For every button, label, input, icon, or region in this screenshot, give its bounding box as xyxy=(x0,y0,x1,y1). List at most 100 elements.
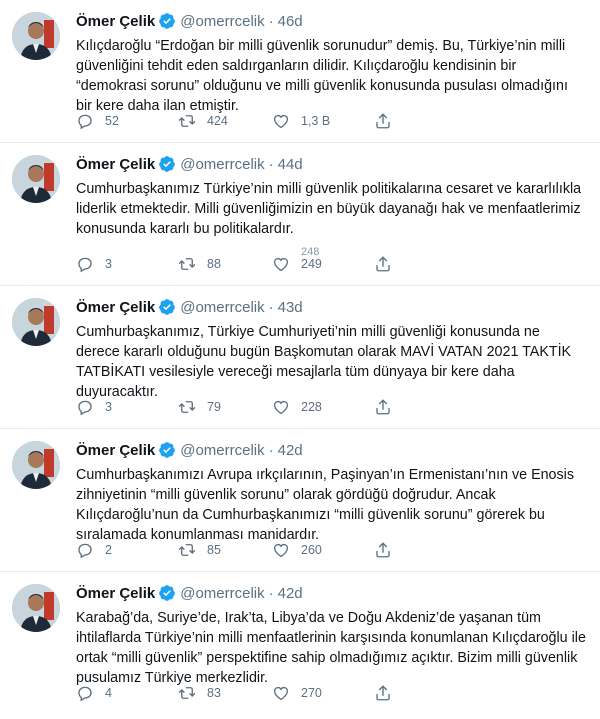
like-icon xyxy=(272,684,290,702)
separator-dot: · xyxy=(268,441,274,459)
retweet-button[interactable]: 85 xyxy=(178,539,221,561)
avatar[interactable] xyxy=(12,441,60,489)
reply-count: 52 xyxy=(105,114,119,128)
retweet-button[interactable]: 88 xyxy=(178,253,221,275)
retweet-icon xyxy=(178,684,196,702)
reply-icon xyxy=(76,398,94,416)
avatar-image xyxy=(12,155,60,203)
like-icon xyxy=(272,112,290,130)
avatar[interactable] xyxy=(12,12,60,60)
reply-icon xyxy=(76,684,94,702)
avatar[interactable] xyxy=(12,155,60,203)
tweet[interactable]: Ömer Çelik @omerrcelik · 42d Karabağ’da,… xyxy=(0,572,600,715)
verified-badge-icon xyxy=(158,298,176,316)
retweet-button[interactable]: 83 xyxy=(178,682,221,704)
share-button[interactable] xyxy=(374,682,392,704)
tweet[interactable]: Ömer Çelik @omerrcelik · 46d Kılıçdaroğl… xyxy=(0,0,600,143)
author-name[interactable]: Ömer Çelik xyxy=(76,156,155,173)
retweet-icon xyxy=(178,541,196,559)
like-count-previous: 248 xyxy=(301,246,320,258)
reply-icon xyxy=(76,541,94,559)
share-icon xyxy=(374,398,392,416)
author-name[interactable]: Ömer Çelik xyxy=(76,13,155,30)
like-count-wrap: 260 xyxy=(301,543,322,557)
like-button[interactable]: 270 xyxy=(272,682,322,704)
share-button[interactable] xyxy=(374,539,392,561)
tweet-actions: 3 88 248 249 xyxy=(76,247,496,275)
verified-badge-icon xyxy=(158,441,176,459)
like-button[interactable]: 228 xyxy=(272,396,322,418)
avatar-image xyxy=(12,441,60,489)
like-icon xyxy=(272,255,290,273)
retweet-icon xyxy=(178,112,196,130)
retweet-count: 424 xyxy=(207,114,228,128)
tweet-actions: 2 85 260 xyxy=(76,539,496,561)
share-icon xyxy=(374,255,392,273)
like-count-wrap: 1,3 B xyxy=(301,114,330,128)
tweet-time[interactable]: 42d xyxy=(278,442,303,459)
like-count: 249 xyxy=(301,257,322,271)
tweet-text: Cumhurbaşkanımızı Avrupa ırkçılarının, P… xyxy=(76,467,574,543)
tweet[interactable]: Ömer Çelik @omerrcelik · 43d Cumhurbaşka… xyxy=(0,286,600,429)
retweet-count: 79 xyxy=(207,400,221,414)
reply-button[interactable]: 3 xyxy=(76,396,112,418)
author-name[interactable]: Ömer Çelik xyxy=(76,299,155,316)
like-icon xyxy=(272,541,290,559)
author-handle[interactable]: @omerrcelik xyxy=(180,156,264,173)
retweet-count: 83 xyxy=(207,686,221,700)
reply-button[interactable]: 52 xyxy=(76,110,119,132)
tweet-text: Kılıçdaroğlu “Erdoğan bir milli güvenlik… xyxy=(76,38,568,114)
separator-dot: · xyxy=(268,298,274,316)
timeline: Ömer Çelik @omerrcelik · 46d Kılıçdaroğl… xyxy=(0,0,600,715)
author-name[interactable]: Ömer Çelik xyxy=(76,585,155,602)
tweet[interactable]: Ömer Çelik @omerrcelik · 44d Cumhurbaşka… xyxy=(0,143,600,286)
author-handle[interactable]: @omerrcelik xyxy=(180,442,264,459)
retweet-icon xyxy=(178,398,196,416)
avatar[interactable] xyxy=(12,584,60,632)
tweet-text: Cumhurbaşkanımız, Türkiye Cumhuriyeti’ni… xyxy=(76,324,572,400)
like-count-wrap: 248 249 xyxy=(301,247,322,272)
reply-button[interactable]: 4 xyxy=(76,682,112,704)
verified-badge-icon xyxy=(158,584,176,602)
share-button[interactable] xyxy=(374,396,392,418)
like-count: 1,3 B xyxy=(301,114,331,128)
tweet-time[interactable]: 43d xyxy=(278,299,303,316)
separator-dot: · xyxy=(268,584,274,602)
reply-count: 3 xyxy=(105,257,112,271)
like-count: 228 xyxy=(301,400,322,414)
share-button[interactable] xyxy=(374,110,392,132)
retweet-icon xyxy=(178,255,196,273)
reply-count: 4 xyxy=(105,686,112,700)
reply-button[interactable]: 3 xyxy=(76,253,112,275)
author-handle[interactable]: @omerrcelik xyxy=(180,299,264,316)
tweet-time[interactable]: 44d xyxy=(278,156,303,173)
tweet-text: Karabağ’da, Suriye’de, Irak’ta, Libya’da… xyxy=(76,610,586,686)
author-handle[interactable]: @omerrcelik xyxy=(180,13,264,30)
separator-dot: · xyxy=(268,12,274,30)
like-button[interactable]: 248 249 xyxy=(272,247,322,275)
like-count-wrap: 270 xyxy=(301,686,322,700)
tweet-actions: 52 424 1,3 B xyxy=(76,110,496,132)
tweet-time[interactable]: 42d xyxy=(278,585,303,602)
tweet-text: Cumhurbaşkanımız Türkiye’nin milli güven… xyxy=(76,181,582,237)
share-button[interactable] xyxy=(374,253,392,275)
like-button[interactable]: 1,3 B xyxy=(272,110,330,132)
separator-dot: · xyxy=(268,155,274,173)
like-count: 270 xyxy=(301,686,322,700)
avatar-image xyxy=(12,12,60,60)
tweet-actions: 4 83 270 xyxy=(76,682,496,704)
reply-icon xyxy=(76,112,94,130)
avatar[interactable] xyxy=(12,298,60,346)
verified-badge-icon xyxy=(158,155,176,173)
tweet-time[interactable]: 46d xyxy=(278,13,303,30)
tweet-actions: 3 79 228 xyxy=(76,396,496,418)
reply-count: 2 xyxy=(105,543,112,557)
author-name[interactable]: Ömer Çelik xyxy=(76,442,155,459)
reply-button[interactable]: 2 xyxy=(76,539,112,561)
reply-count: 3 xyxy=(105,400,112,414)
retweet-button[interactable]: 424 xyxy=(178,110,228,132)
retweet-button[interactable]: 79 xyxy=(178,396,221,418)
tweet[interactable]: Ömer Çelik @omerrcelik · 42d Cumhurbaşka… xyxy=(0,429,600,572)
author-handle[interactable]: @omerrcelik xyxy=(180,585,264,602)
like-button[interactable]: 260 xyxy=(272,539,322,561)
